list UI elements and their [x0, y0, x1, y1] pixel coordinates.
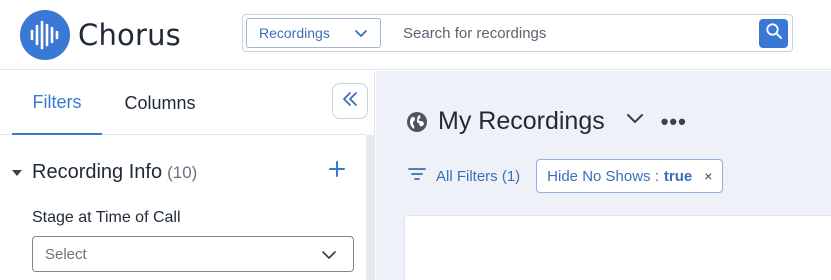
- tab-columns[interactable]: Columns: [110, 71, 210, 135]
- filter-chip-hide-no-shows[interactable]: Hide No Shows : true ×: [536, 159, 724, 193]
- add-filter-button[interactable]: [326, 160, 348, 182]
- chevron-down-icon[interactable]: [625, 111, 645, 132]
- top-header: Chorus Recordings: [0, 0, 831, 70]
- chorus-logo[interactable]: Chorus: [20, 10, 181, 60]
- field-label-stage: Stage at Time of Call: [32, 209, 181, 226]
- all-filters-label: All Filters (1): [436, 167, 521, 185]
- section-count: (10): [167, 162, 198, 182]
- soundwave-icon: [20, 10, 70, 60]
- app-name: Chorus: [78, 18, 181, 52]
- plus-icon: [328, 155, 346, 185]
- tab-filters[interactable]: Filters: [12, 71, 102, 135]
- caret-down-icon[interactable]: [12, 169, 22, 176]
- more-options-button[interactable]: •••: [661, 109, 687, 135]
- search-button[interactable]: [759, 19, 788, 48]
- filters-sidebar: Filters Columns Recording Info (10) Stag…: [0, 71, 375, 280]
- section-header-recording-info[interactable]: Recording Info (10): [12, 161, 197, 184]
- search-scope-dropdown[interactable]: Recordings: [246, 18, 381, 48]
- search-input[interactable]: [403, 18, 743, 48]
- search-bar: Recordings: [242, 14, 793, 52]
- stage-select[interactable]: Select: [32, 236, 354, 272]
- filter-icon: [408, 167, 426, 185]
- page-title: My Recordings: [438, 107, 605, 135]
- chip-label: Hide No Shows :: [547, 167, 659, 185]
- collapse-sidebar-button[interactable]: [332, 83, 368, 119]
- sidebar-scrollbar[interactable]: [366, 135, 375, 280]
- search-scope-label: Recordings: [259, 25, 330, 41]
- chevron-down-icon: [321, 248, 337, 266]
- double-chevron-left-icon: [341, 91, 359, 112]
- filter-bar: All Filters (1) Hide No Shows : true ×: [408, 159, 724, 193]
- globe-icon: [406, 111, 428, 133]
- chevron-down-icon: [354, 26, 368, 43]
- main-content: My Recordings ••• All Filters (1) Hide N…: [376, 71, 831, 280]
- chip-value: true: [663, 167, 693, 185]
- search-icon: [765, 22, 783, 45]
- page-title-row: My Recordings •••: [406, 107, 687, 136]
- close-icon[interactable]: ×: [704, 168, 712, 184]
- all-filters-button[interactable]: All Filters (1): [408, 167, 520, 185]
- stage-select-value: Select: [45, 245, 87, 263]
- section-title: Recording Info: [32, 161, 163, 183]
- recordings-table-card: [404, 215, 831, 280]
- sidebar-tabs: Filters Columns: [0, 71, 368, 135]
